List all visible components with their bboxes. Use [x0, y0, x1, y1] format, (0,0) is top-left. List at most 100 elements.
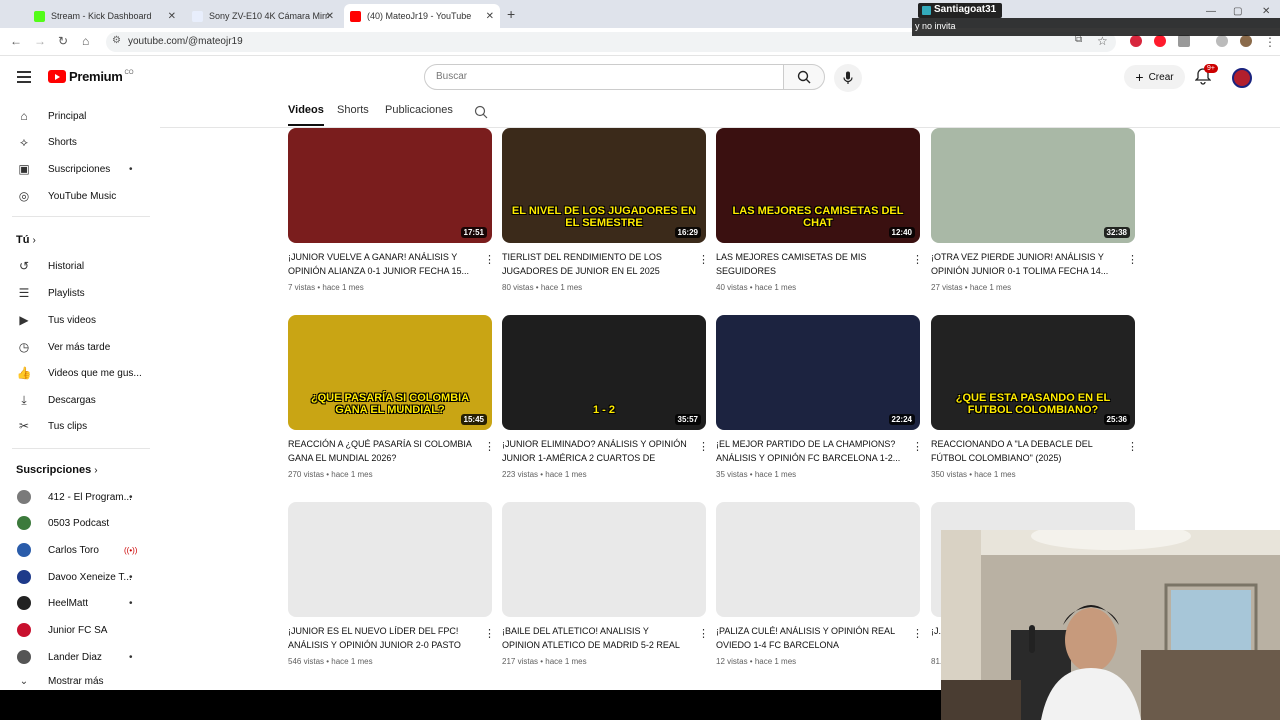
more-options-icon[interactable]: ⋮ [484, 253, 495, 266]
sidebar-sub-item[interactable]: Carlos Toro ((•)) [0, 537, 150, 563]
video-thumbnail[interactable]: LAS MEJORES CAMISETAS DEL CHAT 12:40 [716, 128, 920, 243]
tab-publicaciones[interactable]: Publicaciones [385, 104, 453, 116]
video-meta: 546 vistas • hace 1 mes [288, 657, 373, 666]
sidebar-item-liked-videos[interactable]: 👍 Videos que me gus... [0, 360, 150, 386]
voice-search-button[interactable] [834, 64, 862, 92]
more-options-icon[interactable]: ⋮ [912, 627, 923, 640]
video-thumbnail[interactable]: ¿QUE PASARÍA SI COLOMBIA GANA EL MUNDIAL… [288, 315, 492, 430]
more-options-icon[interactable]: ⋮ [698, 253, 709, 266]
maximize-icon[interactable]: ▢ [1233, 6, 1242, 17]
home-browser-icon[interactable]: ⌂ [82, 34, 89, 48]
sidebar-item-label: Historial [48, 260, 85, 272]
more-options-icon[interactable]: ⋮ [912, 253, 923, 266]
sidebar-sub-item[interactable]: Lander Diaz • [0, 644, 150, 670]
new-content-dot: • [129, 571, 133, 583]
tab-title: Sony ZV-E10 4K Cámara Mirrorl [209, 11, 329, 21]
sidebar-sub-item[interactable]: Davoo Xeneize T... • [0, 564, 150, 590]
video-thumbnail[interactable]: EL NIVEL DE LOS JUGADORES EN EL SEMESTRE… [502, 128, 706, 243]
sidebar-item-label: Davoo Xeneize T... [48, 571, 132, 583]
youtube-premium-logo[interactable]: Premium CO [48, 69, 134, 84]
sidebar-item-label: YouTube Music [48, 190, 117, 202]
video-thumbnail[interactable] [288, 502, 492, 617]
puzzle-extension-icon[interactable] [1178, 35, 1190, 47]
site-info-icon[interactable]: ⚙ [112, 35, 121, 46]
video-thumbnail[interactable] [716, 502, 920, 617]
video-title[interactable]: TIERLIST DEL RENDIMIENTO DE LOS JUGADORE… [502, 251, 688, 278]
opera-extension-icon[interactable] [1154, 35, 1166, 47]
sidebar-item-label: Carlos Toro [48, 544, 99, 556]
video-title[interactable]: ¡JUNIOR ES EL NUEVO LÍDER DEL FPC! ANÁLI… [288, 625, 474, 652]
extension-icon[interactable] [1130, 35, 1142, 47]
sidebar-sub-item[interactable]: 412 - El Program... • [0, 484, 150, 510]
minimize-icon[interactable]: — [1206, 6, 1216, 17]
video-title[interactable]: REACCIÓN A ¿QUÉ PASARÍA SI COLOMBIA GANA… [288, 438, 474, 465]
video-title[interactable]: ¡BAILE DEL ATLETICO! ANALISIS Y OPINION … [502, 625, 688, 652]
tab-shorts[interactable]: Shorts [337, 104, 369, 116]
video-thumbnail[interactable]: 17:51 [288, 128, 492, 243]
sidebar-item-historial[interactable]: ↺ Historial [0, 253, 150, 279]
close-icon[interactable]: ✕ [168, 11, 176, 22]
browser-menu-icon[interactable]: ⋮ [1264, 35, 1276, 49]
video-thumbnail[interactable]: 32:38 [931, 128, 1135, 243]
more-options-icon[interactable]: ⋮ [1127, 253, 1138, 266]
browser-tab-sony[interactable]: Sony ZV-E10 4K Cámara Mirrorl ✕ [186, 4, 340, 28]
menu-icon[interactable] [17, 71, 31, 86]
youtube-favicon-icon [350, 10, 361, 22]
sidebar-item-playlists[interactable]: ☰ Playlists [0, 280, 150, 306]
more-options-icon[interactable]: ⋮ [484, 627, 495, 640]
back-icon[interactable]: ← [10, 34, 22, 48]
search-input[interactable]: Buscar [424, 64, 784, 90]
sidebar-item-suscripciones[interactable]: ▣ Suscripciones • [0, 156, 150, 182]
browser-tab-youtube[interactable]: (40) MateoJr19 - YouTube ✕ [344, 4, 500, 28]
sidebar-sub-item[interactable]: 0503 Podcast [0, 510, 150, 536]
video-thumbnail[interactable]: 22:24 [716, 315, 920, 430]
browser-tab-kick[interactable]: Stream - Kick Dashboard ✕ [28, 4, 182, 28]
profile-browser-icon[interactable] [1216, 35, 1228, 47]
video-meta: 7 vistas • hace 1 mes [288, 283, 364, 292]
search-button[interactable] [783, 64, 825, 90]
channel-search-icon[interactable] [474, 105, 488, 119]
forward-icon[interactable]: → [34, 34, 46, 48]
create-label: Crear [1148, 71, 1174, 83]
video-title[interactable]: ¡EL MEJOR PARTIDO DE LA CHAMPIONS? ANÁLI… [716, 438, 902, 465]
sidebar-item-principal[interactable]: ⌂ Principal [0, 103, 150, 129]
subscriptions-heading[interactable]: Suscripciones › [16, 464, 98, 476]
more-options-icon[interactable]: ⋮ [698, 440, 709, 453]
close-window-icon[interactable]: ✕ [1262, 6, 1270, 17]
sidebar-item-tus-videos[interactable]: ▶ Tus videos [0, 307, 150, 333]
more-options-icon[interactable]: ⋮ [698, 627, 709, 640]
reload-icon[interactable]: ↻ [58, 34, 68, 48]
sidebar-sub-item[interactable]: Junior FC SA [0, 617, 150, 643]
video-thumbnail[interactable]: 1 - 2 35:57 [502, 315, 706, 430]
video-title[interactable]: ¡PALIZA CULÉ! ANÁLISIS Y OPINIÓN REAL OV… [716, 625, 902, 652]
tab-videos[interactable]: Videos [288, 104, 324, 126]
video-title[interactable]: ¡OTRA VEZ PIERDE JUNIOR! ANÁLISIS Y OPIN… [931, 251, 1117, 278]
account-avatar[interactable] [1232, 68, 1252, 88]
sidebar-item-ver-mas-tarde[interactable]: ◷ Ver más tarde [0, 334, 150, 360]
video-title[interactable]: ¡JUNIOR ELIMINADO? ANÁLISIS Y OPINIÓN JU… [502, 438, 688, 465]
show-more-button[interactable]: ⌄ Mostrar más [0, 671, 150, 691]
clips-icon: ✂ [18, 419, 30, 433]
more-options-icon[interactable]: ⋮ [912, 440, 923, 453]
video-title[interactable]: REACCIONANDO A "LA DEBACLE DEL FÚTBOL CO… [931, 438, 1117, 465]
sidebar-item-tus-clips[interactable]: ✂ Tus clips [0, 413, 150, 439]
video-thumbnail[interactable] [502, 502, 706, 617]
close-icon[interactable]: ✕ [486, 11, 494, 22]
video-meta: 27 vistas • hace 1 mes [931, 283, 1012, 292]
create-button[interactable]: + Crear [1124, 65, 1185, 89]
more-options-icon[interactable]: ⋮ [1127, 440, 1138, 453]
sidebar-item-shorts[interactable]: ⟡ Shorts [0, 129, 150, 155]
new-tab-button[interactable]: + [507, 6, 515, 22]
sidebar-item-youtube-music[interactable]: ◎ YouTube Music [0, 183, 150, 209]
you-heading[interactable]: Tú › [16, 234, 36, 246]
bookmark-star-icon[interactable]: ☆ [1097, 34, 1108, 48]
close-icon[interactable]: ✕ [326, 11, 334, 22]
video-title[interactable]: ¡JUNIOR VUELVE A GANAR! ANÁLISIS Y OPINI… [288, 251, 474, 278]
sidebar-item-descargas[interactable]: ⤓ Descargas [0, 387, 150, 413]
video-thumbnail[interactable]: ¿QUE ESTA PASANDO EN EL FUTBOL COLOMBIAN… [931, 315, 1135, 430]
more-options-icon[interactable]: ⋮ [484, 440, 495, 453]
browser-avatar-icon[interactable] [1240, 35, 1252, 47]
video-title[interactable]: LAS MEJORES CAMISETAS DE MIS SEGUIDORES [716, 251, 902, 278]
sidebar-sub-item[interactable]: HeelMatt • [0, 590, 150, 616]
kick-chat-icon [922, 6, 931, 15]
